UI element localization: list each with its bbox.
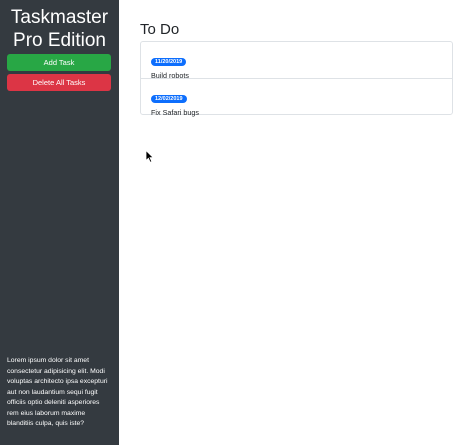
task-date-badge: 11/20/2019	[151, 58, 187, 66]
sidebar-description: Lorem ipsum dolor sit amet consectetur a…	[7, 357, 108, 427]
sidebar: Taskmaster Pro Edition Add Task Delete A…	[0, 0, 119, 445]
task-text: Fix Safari bugs	[151, 108, 199, 117]
task-date-badge: 12/02/2019	[151, 95, 187, 103]
app-title-line2: Pro Edition	[13, 30, 106, 51]
add-task-button[interactable]: Add Task	[7, 54, 111, 71]
app-title-line1: Taskmaster	[10, 7, 109, 28]
main-content: To Do 11/20/2019 Build robots 12/02/2019…	[119, 0, 474, 445]
task-item[interactable]: 12/02/2019 Fix Safari bugs	[141, 78, 452, 117]
mouse-pointer-icon	[145, 150, 155, 163]
section-title-todo: To Do	[140, 21, 180, 38]
task-item[interactable]: 11/20/2019 Build robots	[141, 42, 452, 80]
app-root: Taskmaster Pro Edition Add Task Delete A…	[0, 0, 474, 445]
app-title: Taskmaster Pro Edition	[0, 6, 119, 52]
delete-all-tasks-button[interactable]: Delete All Tasks	[7, 74, 111, 91]
task-list: 11/20/2019 Build robots 12/02/2019 Fix S…	[140, 41, 453, 117]
